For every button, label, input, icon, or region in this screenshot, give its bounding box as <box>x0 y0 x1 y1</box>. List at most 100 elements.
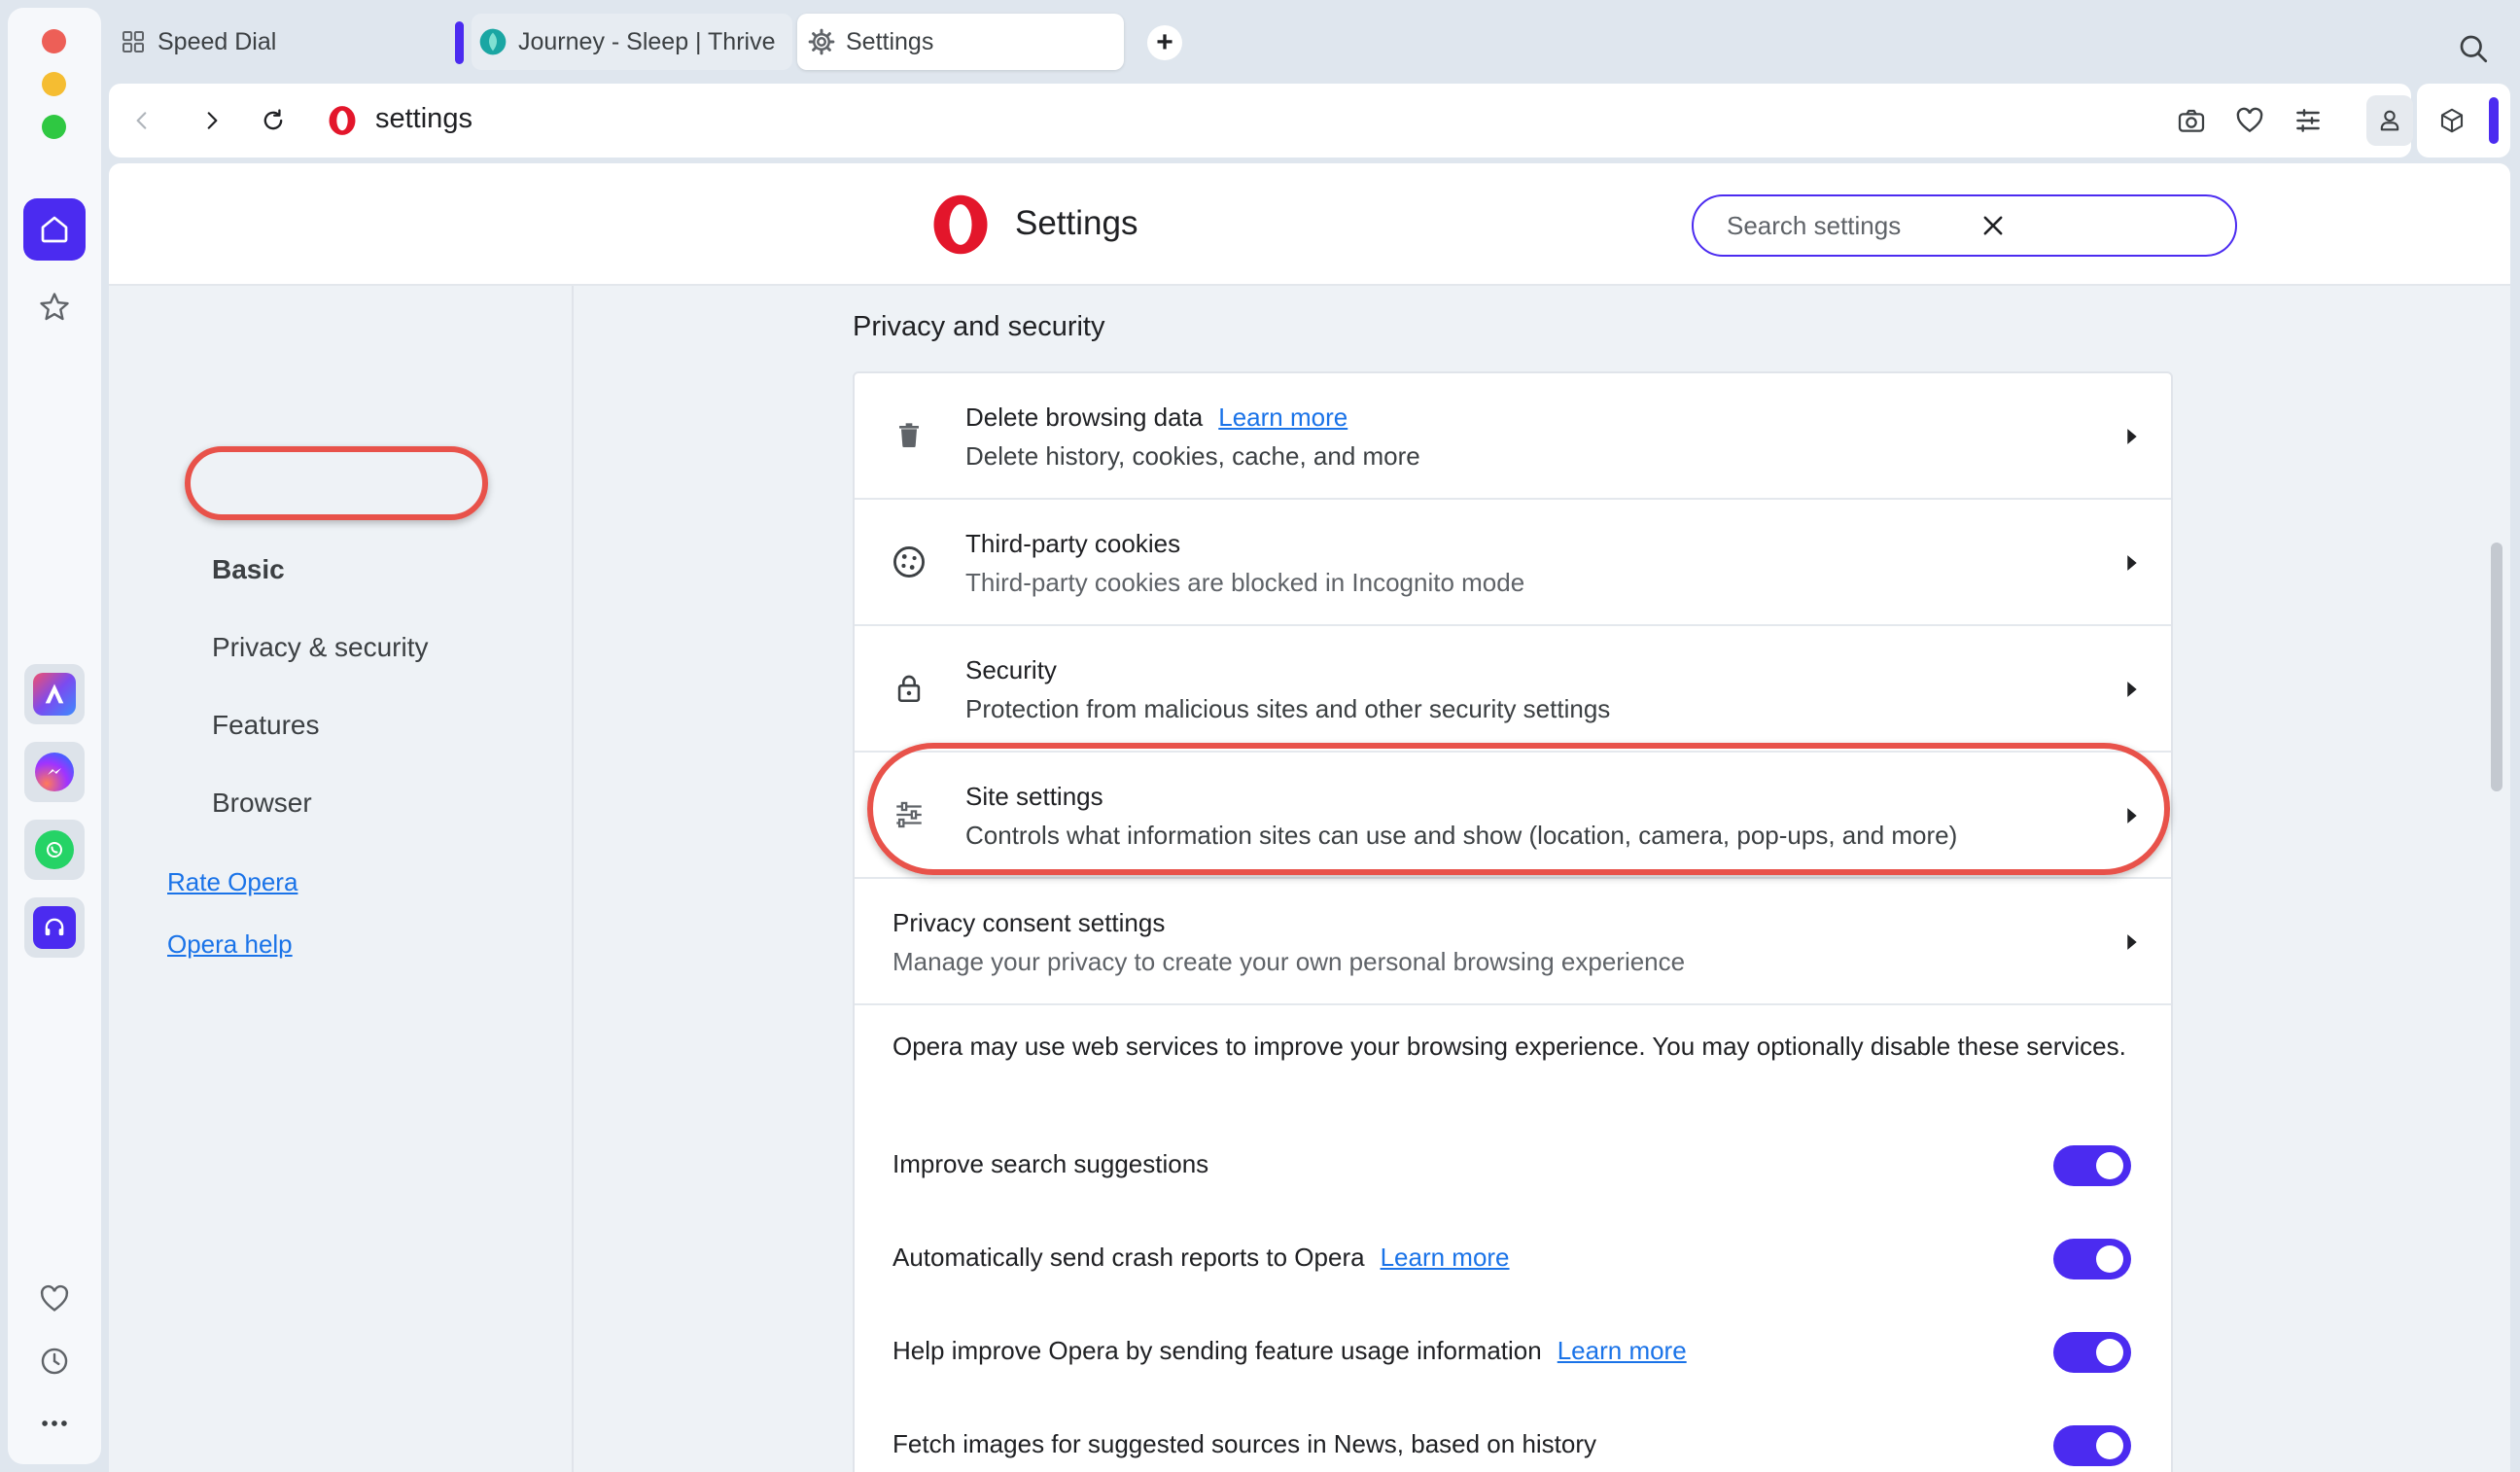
aria-app-button[interactable] <box>24 664 85 724</box>
nav-item-privacy-security[interactable]: Privacy & security <box>212 632 429 663</box>
thrive-favicon-icon <box>479 28 507 55</box>
minimize-window-button[interactable] <box>42 72 66 96</box>
tab-label: Journey - Sleep | Thrive <box>518 27 776 55</box>
history-button[interactable] <box>35 1342 74 1381</box>
tab-island-indicator <box>455 21 464 64</box>
tab-label: Speed Dial <box>158 27 277 55</box>
whatsapp-app-button[interactable] <box>24 820 85 880</box>
search-icon <box>2460 35 2488 63</box>
toggle-knob <box>2096 1152 2123 1179</box>
third-party-cookies-row[interactable]: Third-party cookies Third-party cookies … <box>855 500 2171 626</box>
cookie-icon <box>890 543 928 581</box>
heart-icon <box>40 1284 69 1312</box>
annotation-highlight-nav <box>185 446 488 520</box>
nav-item-basic[interactable]: Basic <box>212 554 285 585</box>
reload-icon <box>263 109 283 130</box>
cube-icon <box>2440 108 2464 133</box>
privacy-consent-row[interactable]: Privacy consent settings Manage your pri… <box>855 879 2171 1005</box>
forward-button[interactable] <box>196 105 228 136</box>
improve-search-suggestions-row: Improve search suggestions <box>855 1138 2171 1196</box>
scrollbar-thumb[interactable] <box>2491 543 2502 791</box>
web-services-info: Opera may use web services to improve yo… <box>892 1032 2126 1061</box>
back-button[interactable] <box>126 105 158 136</box>
opera-help-link[interactable]: Opera help <box>167 929 293 960</box>
chevron-right-icon <box>2127 555 2137 571</box>
messenger-icon <box>48 768 61 775</box>
opera-logo-icon <box>329 106 356 135</box>
close-window-button[interactable] <box>42 29 66 53</box>
row-title-text: Delete browsing data <box>965 403 1204 432</box>
maximize-window-button[interactable] <box>42 115 66 139</box>
gear-icon <box>808 28 835 55</box>
settings-page: Settings Basic Privacy & security Featur… <box>109 163 2510 1472</box>
nav-item-browser[interactable]: Browser <box>212 788 312 819</box>
improve-search-suggestions-toggle[interactable] <box>2053 1145 2131 1186</box>
toggle-knob <box>2096 1432 2123 1459</box>
tab-journey[interactable]: Journey - Sleep | Thrive <box>472 14 792 70</box>
clear-search-button[interactable] <box>1979 212 2007 239</box>
home-button[interactable] <box>23 198 86 261</box>
snapshot-button[interactable] <box>2174 103 2209 138</box>
chevron-left-icon <box>136 112 147 129</box>
toggle-label-text: Automatically send crash reports to Oper… <box>892 1243 1365 1272</box>
opera-logo-icon <box>933 194 988 255</box>
camera-icon <box>2178 109 2205 132</box>
star-icon <box>40 293 69 321</box>
easy-setup-button[interactable] <box>2291 103 2326 138</box>
row-subtitle: Protection from malicious sites and othe… <box>965 694 1611 723</box>
privacy-security-card: Delete browsing data Learn more Delete hi… <box>853 371 2173 1472</box>
rate-opera-link[interactable]: Rate Opera <box>167 867 298 897</box>
learn-more-link[interactable]: Learn more <box>1218 403 1348 432</box>
music-player-button[interactable] <box>24 897 85 958</box>
close-icon <box>1983 216 2003 235</box>
address-bar: settings <box>109 84 2413 158</box>
more-button[interactable] <box>35 1404 74 1443</box>
tab-speed-dial[interactable]: Speed Dial <box>109 14 430 70</box>
row-subtitle: Manage your privacy to create your own p… <box>892 947 1686 976</box>
headphones-icon <box>45 918 64 936</box>
search-input[interactable] <box>1727 208 2154 243</box>
messenger-app-button[interactable] <box>24 742 85 802</box>
tab-search-button[interactable] <box>2456 31 2491 66</box>
whatsapp-icon <box>47 842 62 858</box>
extensions-button[interactable] <box>2434 103 2469 138</box>
user-icon <box>2380 110 2399 131</box>
row-title: Delete browsing data Learn more <box>965 403 1348 433</box>
row-subtitle: Third-party cookies are blocked in Incog… <box>965 568 1525 597</box>
search-settings-field[interactable] <box>1692 194 2237 257</box>
settings-header: Settings <box>109 163 2510 286</box>
chevron-right-icon <box>2127 934 2137 950</box>
row-title: Privacy consent settings <box>892 908 1166 937</box>
annotation-highlight-site-settings <box>867 743 2170 875</box>
url-text[interactable]: settings <box>375 103 472 135</box>
sidebar-accent-indicator <box>2489 97 2499 144</box>
fetch-news-images-toggle[interactable] <box>2053 1425 2131 1466</box>
new-tab-button[interactable]: + <box>1147 25 1182 60</box>
extensions-bar <box>2417 84 2510 158</box>
bookmarks-button[interactable] <box>23 276 86 338</box>
reload-button[interactable] <box>258 105 289 136</box>
my-flow-button[interactable] <box>35 1279 74 1318</box>
learn-more-link[interactable]: Learn more <box>1381 1243 1510 1272</box>
profile-button[interactable] <box>2366 95 2413 146</box>
nav-item-features[interactable]: Features <box>212 710 320 741</box>
chevron-right-icon <box>207 112 218 129</box>
feature-usage-toggle[interactable] <box>2053 1332 2131 1373</box>
toggle-label: Help improve Opera by sending feature us… <box>892 1336 1687 1366</box>
feature-usage-row: Help improve Opera by sending feature us… <box>855 1324 2171 1383</box>
section-title: Privacy and security <box>853 311 1105 342</box>
toggle-label: Fetch images for suggested sources in Ne… <box>892 1429 1597 1458</box>
crash-reports-toggle[interactable] <box>2053 1239 2131 1279</box>
trash-icon <box>890 416 928 455</box>
tab-label: Settings <box>846 27 934 55</box>
tab-settings[interactable]: Settings <box>797 14 1124 70</box>
security-row[interactable]: Security Protection from malicious sites… <box>855 626 2171 753</box>
toggle-label: Improve search suggestions <box>892 1149 1209 1178</box>
delete-browsing-data-row[interactable]: Delete browsing data Learn more Delete hi… <box>855 373 2171 500</box>
add-to-my-flow-button[interactable] <box>2232 103 2267 138</box>
home-icon <box>41 216 68 243</box>
clock-icon <box>41 1348 68 1375</box>
learn-more-link[interactable]: Learn more <box>1558 1336 1687 1365</box>
heart-icon <box>2236 107 2263 133</box>
speed-dial-icon <box>122 31 144 53</box>
